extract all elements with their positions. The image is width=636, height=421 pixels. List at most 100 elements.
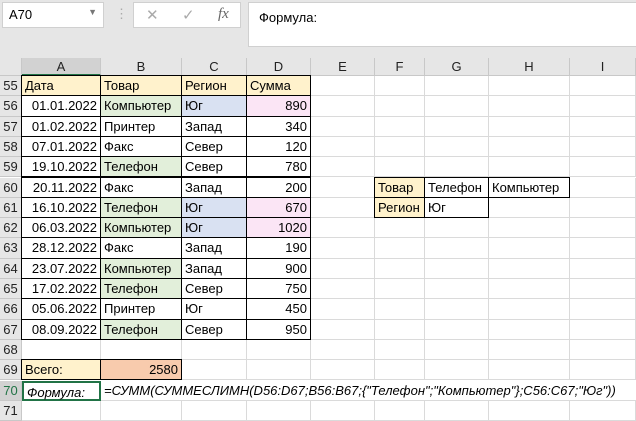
column-header-C[interactable]: C [182,58,247,76]
formula-text-cell[interactable]: =СУММ(СУММЕСЛИМН(D56:D67;B56:B67;{"Телеф… [101,380,636,401]
cell-I56[interactable] [570,96,636,117]
cell-F64[interactable] [375,258,425,279]
cell-A71[interactable] [22,400,101,421]
cell-I57[interactable] [570,116,636,137]
column-header-E[interactable]: E [311,58,375,76]
cell-H64[interactable] [489,258,570,279]
cell-I63[interactable] [570,238,636,259]
cell-F65[interactable] [375,279,425,300]
cell-E57[interactable] [311,116,375,137]
cell-F68[interactable] [375,339,425,361]
cell-H61[interactable] [489,197,570,219]
region-cell[interactable]: Север [181,318,247,340]
cell-G57[interactable] [425,116,489,137]
cell-E62[interactable] [311,218,375,239]
column-header-B[interactable]: B [101,58,182,76]
cell-I59[interactable] [570,157,636,178]
cell-F55[interactable] [375,76,425,97]
date-cell[interactable]: 01.01.2022 [21,95,101,117]
row-header-65[interactable]: 65 [0,279,22,300]
cell-E64[interactable] [311,258,375,279]
row-header-67[interactable]: 67 [0,319,22,340]
cell-I62[interactable] [570,218,636,239]
region-cell[interactable]: Запад [181,115,247,137]
cell-G62[interactable] [425,218,489,239]
column-header-D[interactable]: D [247,58,311,76]
row-header-68[interactable]: 68 [0,339,22,361]
cell-E68[interactable] [311,339,375,361]
criteria-product-value[interactable]: Компьютер [488,176,570,198]
cell-I60[interactable] [570,177,636,198]
cell-G63[interactable] [425,238,489,259]
row-header-62[interactable]: 62 [0,218,22,239]
cell-G68[interactable] [425,339,489,361]
row-header-61[interactable]: 61 [0,197,22,219]
product-cell[interactable]: Телефон [100,156,182,178]
cell-H58[interactable] [489,136,570,158]
amount-cell[interactable]: 340 [246,115,311,137]
formula-input[interactable]: Формула: [248,2,636,47]
product-cell[interactable]: Факс [100,176,182,198]
region-cell[interactable]: Запад [181,257,247,279]
cell-E61[interactable] [311,197,375,219]
region-cell[interactable]: Север [181,156,247,178]
enter-icon[interactable]: ✓ [182,6,195,24]
date-cell[interactable]: 05.06.2022 [21,298,101,320]
cell-A68[interactable] [22,339,101,361]
cell-I55[interactable] [570,76,636,97]
cell-G56[interactable] [425,96,489,117]
cell-G67[interactable] [425,319,489,340]
amount-cell[interactable]: 900 [246,257,311,279]
amount-cell[interactable]: 780 [246,156,311,178]
header-cell[interactable]: Дата [21,75,101,97]
cell-H65[interactable] [489,279,570,300]
date-cell[interactable]: 23.07.2022 [21,257,101,279]
row-header-64[interactable]: 64 [0,258,22,279]
cell-H55[interactable] [489,76,570,97]
cell-I58[interactable] [570,136,636,158]
cell-E66[interactable] [311,299,375,320]
date-cell[interactable]: 17.02.2022 [21,278,101,300]
amount-cell[interactable]: 750 [246,278,311,300]
row-header-60[interactable]: 60 [0,177,22,198]
cell-H62[interactable] [489,218,570,239]
amount-cell[interactable]: 120 [246,135,311,158]
cell-E60[interactable] [311,177,375,198]
cell-H63[interactable] [489,238,570,259]
amount-cell[interactable]: 950 [246,318,311,340]
total-value[interactable]: 2580 [100,359,182,381]
amount-cell[interactable]: 190 [246,237,311,259]
cell-I65[interactable] [570,279,636,300]
amount-cell[interactable]: 450 [246,298,311,320]
product-cell[interactable]: Компьютер [100,217,182,239]
cell-D68[interactable] [247,339,311,361]
column-header-F[interactable]: F [375,58,425,76]
cell-E63[interactable] [311,238,375,259]
region-cell[interactable]: Север [181,135,247,158]
product-cell[interactable]: Компьютер [100,95,182,117]
formula-label-cell[interactable]: Формула: [22,380,101,401]
date-cell[interactable]: 08.09.2022 [21,318,101,340]
cell-G69[interactable] [425,360,489,381]
date-cell[interactable]: 28.12.2022 [21,237,101,259]
cell-H71[interactable] [489,400,570,421]
header-cell[interactable]: Сумма [246,75,311,97]
column-header-G[interactable]: G [425,58,489,76]
cell-B68[interactable] [101,339,182,361]
name-box[interactable]: A70 ▼ [2,2,104,28]
row-header-57[interactable]: 57 [0,116,22,137]
fx-icon[interactable]: fx [218,6,229,23]
row-header-55[interactable]: 55 [0,76,22,97]
date-cell[interactable]: 19.10.2022 [21,156,101,178]
date-cell[interactable]: 06.03.2022 [21,217,101,239]
region-cell[interactable]: Юг [181,217,247,239]
cell-F67[interactable] [375,319,425,340]
cell-F57[interactable] [375,116,425,137]
cell-I66[interactable] [570,299,636,320]
region-cell[interactable]: Юг [181,95,247,117]
region-cell[interactable]: Юг [181,196,247,219]
date-cell[interactable]: 01.02.2022 [21,115,101,137]
product-cell[interactable]: Факс [100,237,182,259]
cell-E55[interactable] [311,76,375,97]
criteria-product-value[interactable]: Телефон [424,176,489,198]
